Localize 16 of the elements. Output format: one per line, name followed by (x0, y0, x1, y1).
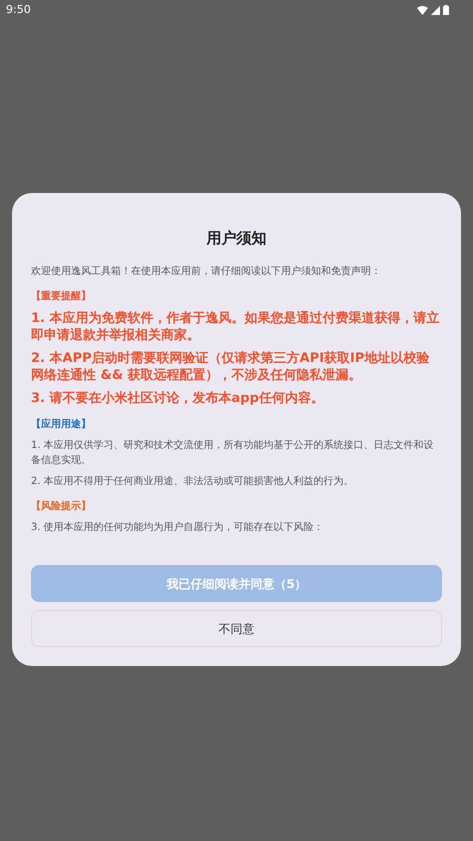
warning-text: 1. 本应用为免费软件，作者于逸风。如果您是通过付费渠道获得，请立即申请退款并举报相关商家。 (31, 310, 441, 344)
status-time: 9:50 (6, 2, 31, 18)
body-text: 欢迎使用逸风工具箱！在使用本应用前，请仔细阅读以下用户须知和免责声明： (31, 264, 382, 278)
body-text: 1. 本应用仅供学习、研究和技术交流使用，所有功能均基于公开的系统接口、日志文件和设备信息实现。 (31, 438, 435, 468)
battery-icon (443, 5, 449, 15)
body-text: 3. 使用本应用的任何功能均为用户自愿行为，可能存在以下风险： (31, 520, 325, 534)
signal-icon (431, 6, 440, 14)
warning-text: 3. 请不要在小米社区讨论，发布本app任何内容。 (31, 390, 325, 406)
body-text: 2. 本应用不得用于任何商业用途、非法活动或可能损害他人利益的行为。 (31, 474, 355, 488)
warning-text: 2. 本APP启动时需要联网验证（仅请求第三方API获取IP地址以校验网络连通性 && 获取远程配置），不涉及任何隐私泄漏。 (31, 350, 430, 384)
decline-button[interactable]: 不同意 (31, 610, 442, 647)
wifi-icon (417, 6, 428, 14)
section-heading: 【应用用途】 (31, 417, 92, 432)
dialog-title: 用户须知 (205, 228, 268, 249)
section-heading: 【风险提示】 (31, 500, 92, 514)
section-heading: 【重要提醒】 (31, 290, 92, 304)
